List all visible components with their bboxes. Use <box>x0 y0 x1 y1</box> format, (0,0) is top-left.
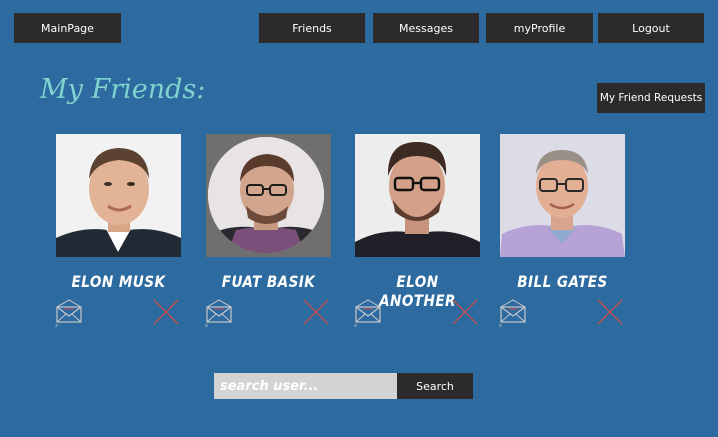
friend-photo[interactable] <box>206 134 331 257</box>
nav-messages-button[interactable]: Messages <box>373 13 479 43</box>
envelope-icon[interactable]: x <box>205 297 233 329</box>
friend-photo[interactable] <box>56 134 181 257</box>
friend-name: BILL GATES <box>517 272 608 291</box>
nav-profile-button[interactable]: myProfile <box>486 13 593 43</box>
friend-name: FUAT BASIK <box>221 272 316 291</box>
svg-text:x: x <box>205 323 208 327</box>
nav-friends-button[interactable]: Friends <box>259 13 365 43</box>
nav-logout-button[interactable]: Logout <box>598 13 704 43</box>
friend-photo[interactable] <box>355 134 480 257</box>
search-button[interactable]: Search <box>397 373 473 399</box>
remove-friend-icon[interactable] <box>451 298 479 326</box>
remove-friend-icon[interactable] <box>302 298 330 326</box>
svg-text:x: x <box>354 323 357 327</box>
friend-name: ELON MUSK <box>71 272 166 291</box>
friend-card: FUAT BASIK x <box>205 134 336 334</box>
envelope-icon[interactable]: x <box>499 297 527 329</box>
remove-friend-icon[interactable] <box>152 298 180 326</box>
friend-requests-button[interactable]: My Friend Requests <box>597 83 705 113</box>
remove-friend-icon[interactable] <box>596 298 624 326</box>
friend-card: BILL GATES x <box>499 134 630 334</box>
envelope-icon[interactable]: x <box>354 297 382 329</box>
nav-mainpage-button[interactable]: MainPage <box>14 13 121 43</box>
friend-photo[interactable] <box>500 134 625 257</box>
friend-card: ELON ANOTHER x <box>354 134 485 334</box>
svg-text:x: x <box>499 323 502 327</box>
page-title: My Friends: <box>40 74 206 105</box>
friend-card: ELON MUSK x <box>55 134 186 334</box>
svg-text:x: x <box>55 323 58 327</box>
search-input[interactable] <box>214 373 397 399</box>
envelope-icon[interactable]: x <box>55 297 83 329</box>
